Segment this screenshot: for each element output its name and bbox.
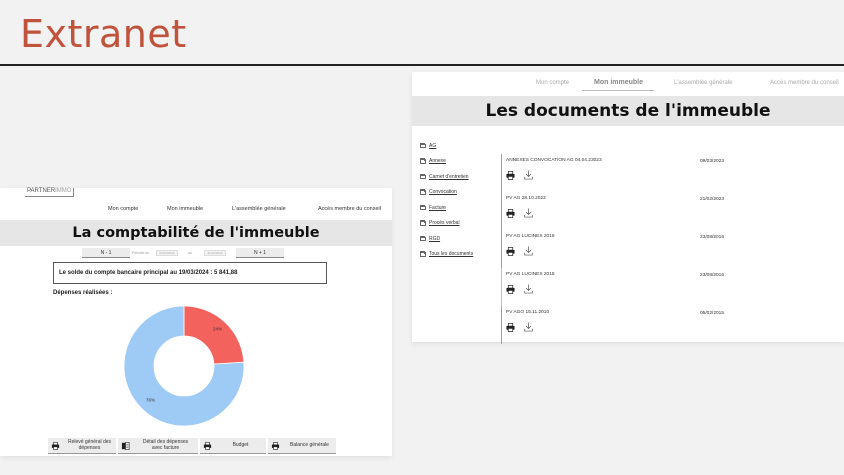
download-icon[interactable] [524,170,533,180]
download-icon[interactable] [524,246,533,256]
title-divider [0,64,844,66]
folder-icon [420,204,426,210]
donut-slice-label-1: 76% [146,398,155,403]
printer-icon [203,441,212,450]
button-label: Détail des dépenses avec facture [142,439,189,451]
budget-button[interactable]: Budget [200,438,266,454]
printer-icon[interactable] [506,247,515,256]
folder-facture[interactable]: Facture [420,200,500,216]
folder-list: AG Annexe Carnet d'entretien Convocation… [420,138,500,262]
folder-label: AG [429,142,437,149]
button-label: Relevé général des dépenses [67,439,112,451]
document-name: PV AGO 15.11.2010 [506,310,550,315]
document-row: ANNEXES CONVOCATION AG 04.04.23023 09/03… [501,154,841,192]
nav-acces-membre-conseil[interactable]: Accès membre du conseil [318,206,381,212]
folder-label: Facture [429,204,446,211]
nav-mon-compte[interactable]: Mon compte [536,80,569,86]
document-date: 23/08/2016 [700,273,725,278]
period-from-label: Période du [132,251,149,255]
logo-text-accent: IMMO [55,188,72,194]
folder-rgd[interactable]: RGD [420,231,500,247]
folder-label: RGD [429,235,441,242]
folder-icon [420,189,426,195]
download-icon[interactable] [524,284,533,294]
folder-label: Carnet d'entretien [429,173,469,180]
download-icon[interactable] [524,208,533,218]
folder-convocation[interactable]: Convocation [420,185,500,201]
folder-annexe[interactable]: Annexe [420,154,500,170]
document-list: ANNEXES CONVOCATION AG 04.04.23023 09/03… [501,154,841,344]
documents-title: Les documents de l'immeuble [485,101,771,121]
accounting-screenshot: PARTNERIMMO Mon compte Mon immeuble L'as… [0,188,392,456]
button-label: Budget [232,441,249,448]
pdf-icon [121,441,130,450]
folder-icon [420,142,426,148]
period-selector: N - 1 Période du 01/01/2022 au 31/12/202… [82,248,286,258]
folder-ag[interactable]: AG [420,138,500,154]
report-buttons: Relevé général des dépenses Détail des d… [48,438,338,454]
expenses-label: Dépenses réalisées : [53,290,113,296]
balance-generale-button[interactable]: Balance générale [268,438,336,454]
previous-year-button[interactable]: N - 1 [82,248,130,258]
printer-icon[interactable] [506,285,515,294]
document-name: PV AG LUCINES 2015 [506,272,555,277]
printer-icon[interactable] [506,209,515,218]
nav-assemblee-generale[interactable]: L'assemblée générale [674,80,733,86]
active-nav-underline [582,90,654,91]
donut-slice-0[interactable] [183,305,245,365]
period-to-label: au [188,251,192,255]
nav-mon-immeuble[interactable]: Mon immeuble [594,79,643,86]
folder-label: Annexe [429,158,446,165]
document-row: PV AG LUCINES 2015 23/08/2016 [501,268,841,306]
document-name: PV AG 28.10.2022 [506,196,546,201]
accounting-banner: La comptabilité de l'immeuble [0,220,392,246]
document-date: 05/02/2015 [700,311,725,316]
download-icon[interactable] [524,322,533,332]
document-date: 21/02/2023 [700,197,725,202]
period-from-input[interactable]: 01/01/2022 [156,250,178,256]
document-date: 23/08/2016 [700,235,725,240]
folder-label: Procès verbal [429,220,460,227]
nav-assemblee-generale[interactable]: L'assemblée générale [232,206,286,212]
accounting-title: La comptabilité de l'immeuble [72,225,320,241]
document-row: PV AG 28.10.2022 21/02/2023 [501,192,841,230]
bank-balance-box: Le solde du compte bancaire principal au… [53,262,327,284]
folder-icon [420,173,426,179]
document-name: PV AG LUCINES 2016 [506,234,555,239]
folder-icon [420,251,426,257]
documents-banner: Les documents de l'immeuble [412,96,844,126]
folder-label: Tous les documents [429,251,474,258]
slide-title: Extranet [20,12,187,56]
next-year-button[interactable]: N + 1 [236,248,284,258]
folder-tous-documents[interactable]: Tous les documents [420,247,500,263]
document-name: ANNEXES CONVOCATION AG 04.04.23023 [506,158,602,163]
printer-icon[interactable] [506,323,515,332]
documents-nav: Mon compte Mon immeuble L'assemblée géné… [412,72,844,94]
nav-mon-compte[interactable]: Mon compte [108,206,138,212]
folder-carnet-entretien[interactable]: Carnet d'entretien [420,169,500,185]
folder-icon [420,220,426,226]
expenses-donut-chart: 24% 76% [123,305,245,427]
nav-acces-membre-conseil[interactable]: Accès membre du conseil [770,80,839,86]
logo-text: PARTNER [27,188,56,194]
nav-mon-immeuble[interactable]: Mon immeuble [167,206,203,212]
releve-general-button[interactable]: Relevé général des dépenses [48,438,116,454]
documents-screenshot: Mon compte Mon immeuble L'assemblée géné… [412,72,844,344]
document-row: PV AG LUCINES 2016 23/08/2016 [501,230,841,268]
detail-depenses-button[interactable]: Détail des dépenses avec facture [118,438,198,454]
folder-icon [420,235,426,241]
period-to-input[interactable]: 31/12/2023 [204,250,226,256]
folder-label: Convocation [429,189,457,196]
printer-icon [271,441,280,450]
printer-icon[interactable] [506,171,515,180]
donut-slice-label-0: 24% [213,326,222,331]
printer-icon [51,441,60,450]
folder-icon [420,158,426,164]
partnerimmo-logo: PARTNERIMMO [25,188,75,197]
document-date: 09/03/2023 [700,159,725,164]
folder-proces-verbal[interactable]: Procès verbal [420,216,500,232]
document-row: PV AGO 15.11.2010 05/02/2015 [501,306,841,344]
button-label: Balance générale [290,441,329,448]
